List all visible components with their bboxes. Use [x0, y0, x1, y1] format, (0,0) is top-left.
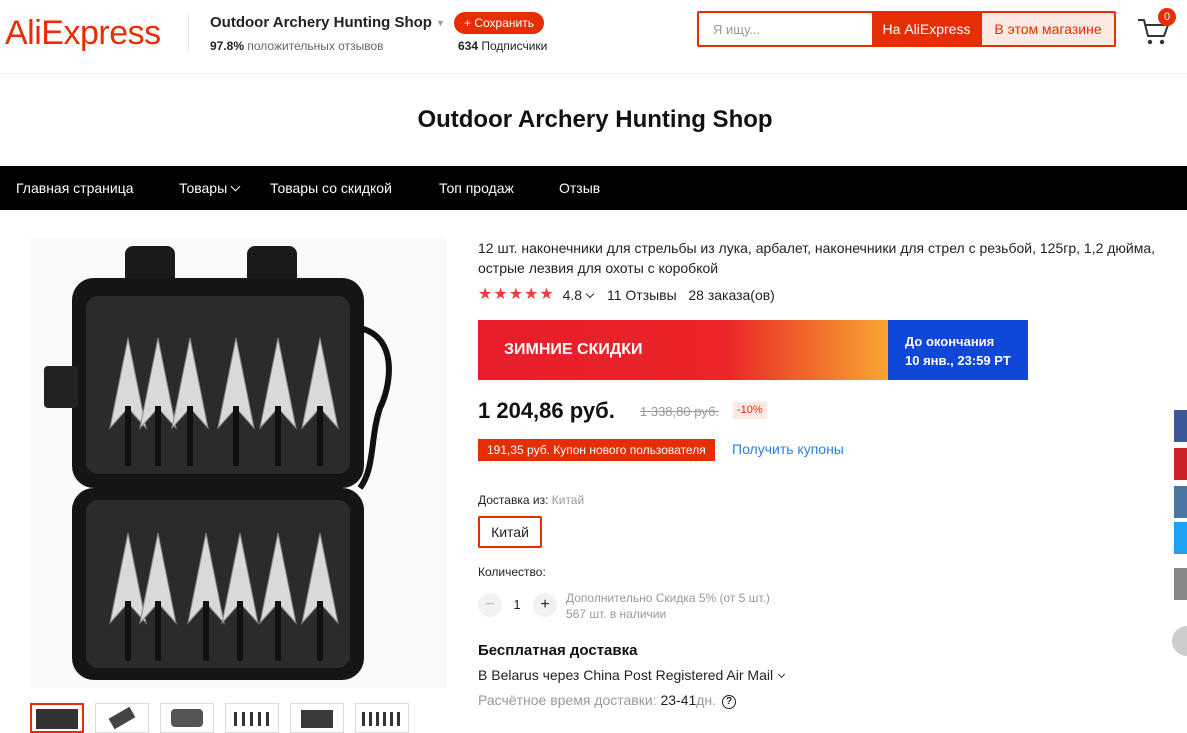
search-box: На AliExpress В этом магазине — [697, 11, 1116, 47]
chevron-down-icon[interactable] — [585, 289, 595, 299]
orders-count: 28 заказа(ов) — [688, 287, 775, 303]
chevron-down-icon[interactable] — [778, 670, 786, 679]
promo-banner: ЗИМНИЕ СКИДКИ До окончания 10 янв., 23:5… — [478, 320, 1028, 380]
shipping-method[interactable]: В Belarus через China Post Registered Ai… — [478, 667, 786, 683]
pinterest-icon[interactable] — [1174, 448, 1187, 480]
quantity-input[interactable]: 1 — [502, 593, 532, 617]
promo-until-label: До окончания — [905, 334, 995, 349]
thumbnail[interactable] — [95, 703, 149, 733]
nav-item-top-sellers[interactable]: Топ продаж — [439, 166, 514, 210]
rating-score[interactable]: 4.8 — [563, 287, 582, 303]
vk-icon[interactable] — [1174, 486, 1187, 518]
nav-item-products[interactable]: Товары — [179, 166, 241, 210]
chevron-down-icon[interactable]: ▼ — [436, 18, 445, 28]
product-title: 12 шт. наконечники для стрельбы из лука,… — [478, 240, 1156, 276]
search-aliexpress-button[interactable]: На AliExpress — [872, 13, 981, 45]
thumbnail[interactable] — [30, 703, 84, 733]
current-price: 1 204,86 руб. — [478, 398, 615, 423]
facebook-icon[interactable] — [1174, 410, 1187, 442]
bulk-discount-note: Дополнительно Скидка 5% (от 5 шт.) — [566, 591, 770, 605]
stock-available: 567 шт. в наличии — [566, 607, 667, 621]
logo-divider — [188, 14, 189, 52]
reviews-count[interactable]: 11 Отзывы — [607, 287, 677, 303]
rating-row: ★★★★★ 4.8 11 Отзывы 28 заказа(ов) — [478, 286, 775, 304]
shop-name[interactable]: Outdoor Archery Hunting Shop ▼ — [210, 14, 445, 31]
close-icon[interactable] — [1172, 626, 1187, 656]
subscribers: 634 Подписчики — [458, 39, 547, 53]
thumbnail-strip — [30, 703, 450, 733]
twitter-icon[interactable] — [1174, 522, 1187, 554]
nav-item-home[interactable]: Главная страница — [16, 166, 134, 210]
more-icon[interactable] — [1174, 568, 1187, 600]
save-store-button[interactable]: + Сохранить — [454, 12, 544, 34]
promo-banner-title: ЗИМНИЕ СКИДКИ — [478, 320, 888, 380]
get-coupons-link[interactable]: Получить купоны — [732, 441, 844, 457]
thumbnail[interactable] — [355, 703, 409, 733]
subscribers-label: Подписчики — [481, 39, 548, 53]
thumbnail[interactable] — [160, 703, 214, 733]
delivery-estimate: Расчётное время доставки: 23-41дн.? — [478, 692, 737, 710]
ship-from: Доставка из: Китай — [478, 493, 584, 507]
product-photo — [30, 238, 446, 688]
search-store-button[interactable]: В этом магазине — [981, 13, 1114, 45]
ship-from-label: Доставка из: — [478, 493, 549, 507]
quantity-increase-button[interactable]: + — [533, 593, 557, 617]
nav-item-products-label[interactable]: Товары — [179, 180, 227, 196]
ship-from-value: Китай — [551, 493, 585, 507]
quantity-label: Количество: — [478, 565, 546, 579]
new-user-coupon: 191,35 руб. Купон нового пользователя — [475, 439, 718, 461]
promo-end-date: 10 янв., 23:59 PT — [905, 353, 1011, 368]
thumbnail[interactable] — [225, 703, 279, 733]
shop-feedback: 97.8% положительных отзывов — [210, 39, 384, 53]
rating-stars: ★★★★★ — [478, 286, 555, 303]
quantity-decrease-button[interactable]: − — [478, 593, 502, 617]
chevron-down-icon — [230, 181, 241, 192]
eta-label: Расчётное время доставки: — [478, 692, 657, 708]
nav-item-sale[interactable]: Товары со скидкой — [270, 166, 392, 210]
shipping-method-label[interactable]: В Belarus через China Post Registered Ai… — [478, 667, 773, 683]
store-title: Outdoor Archery Hunting Shop — [417, 106, 773, 133]
nav-item-feedback[interactable]: Отзыв — [559, 166, 600, 210]
positive-percent: 97.8% — [210, 39, 245, 53]
thumbnail[interactable] — [290, 703, 344, 733]
help-icon[interactable]: ? — [722, 695, 737, 709]
search-input[interactable] — [699, 13, 871, 45]
promo-countdown: До окончания 10 янв., 23:59 PT — [888, 320, 1028, 380]
cart-button[interactable]: 0 — [1136, 8, 1176, 46]
positive-label: положительных отзывов — [247, 39, 384, 53]
eta-unit: дн. — [696, 692, 717, 708]
product-main-image[interactable] — [30, 238, 446, 688]
eta-value: 23-41 — [660, 692, 697, 708]
subscribers-count: 634 — [458, 39, 479, 53]
store-nav: Главная страница Товары Товары со скидко… — [0, 166, 1187, 210]
old-price: 1 338,80 руб. — [640, 404, 720, 419]
top-header: AliExpress Outdoor Archery Hunting Shop ▼… — [0, 0, 1187, 74]
free-shipping-label: Бесплатная доставка — [478, 642, 638, 659]
aliexpress-logo[interactable]: AliExpress — [5, 14, 161, 52]
shop-name-label[interactable]: Outdoor Archery Hunting Shop — [210, 14, 432, 31]
ship-from-option-china[interactable]: Китай — [478, 516, 542, 548]
cart-count-badge: 0 — [1158, 8, 1176, 26]
discount-badge: -10% — [733, 402, 767, 419]
